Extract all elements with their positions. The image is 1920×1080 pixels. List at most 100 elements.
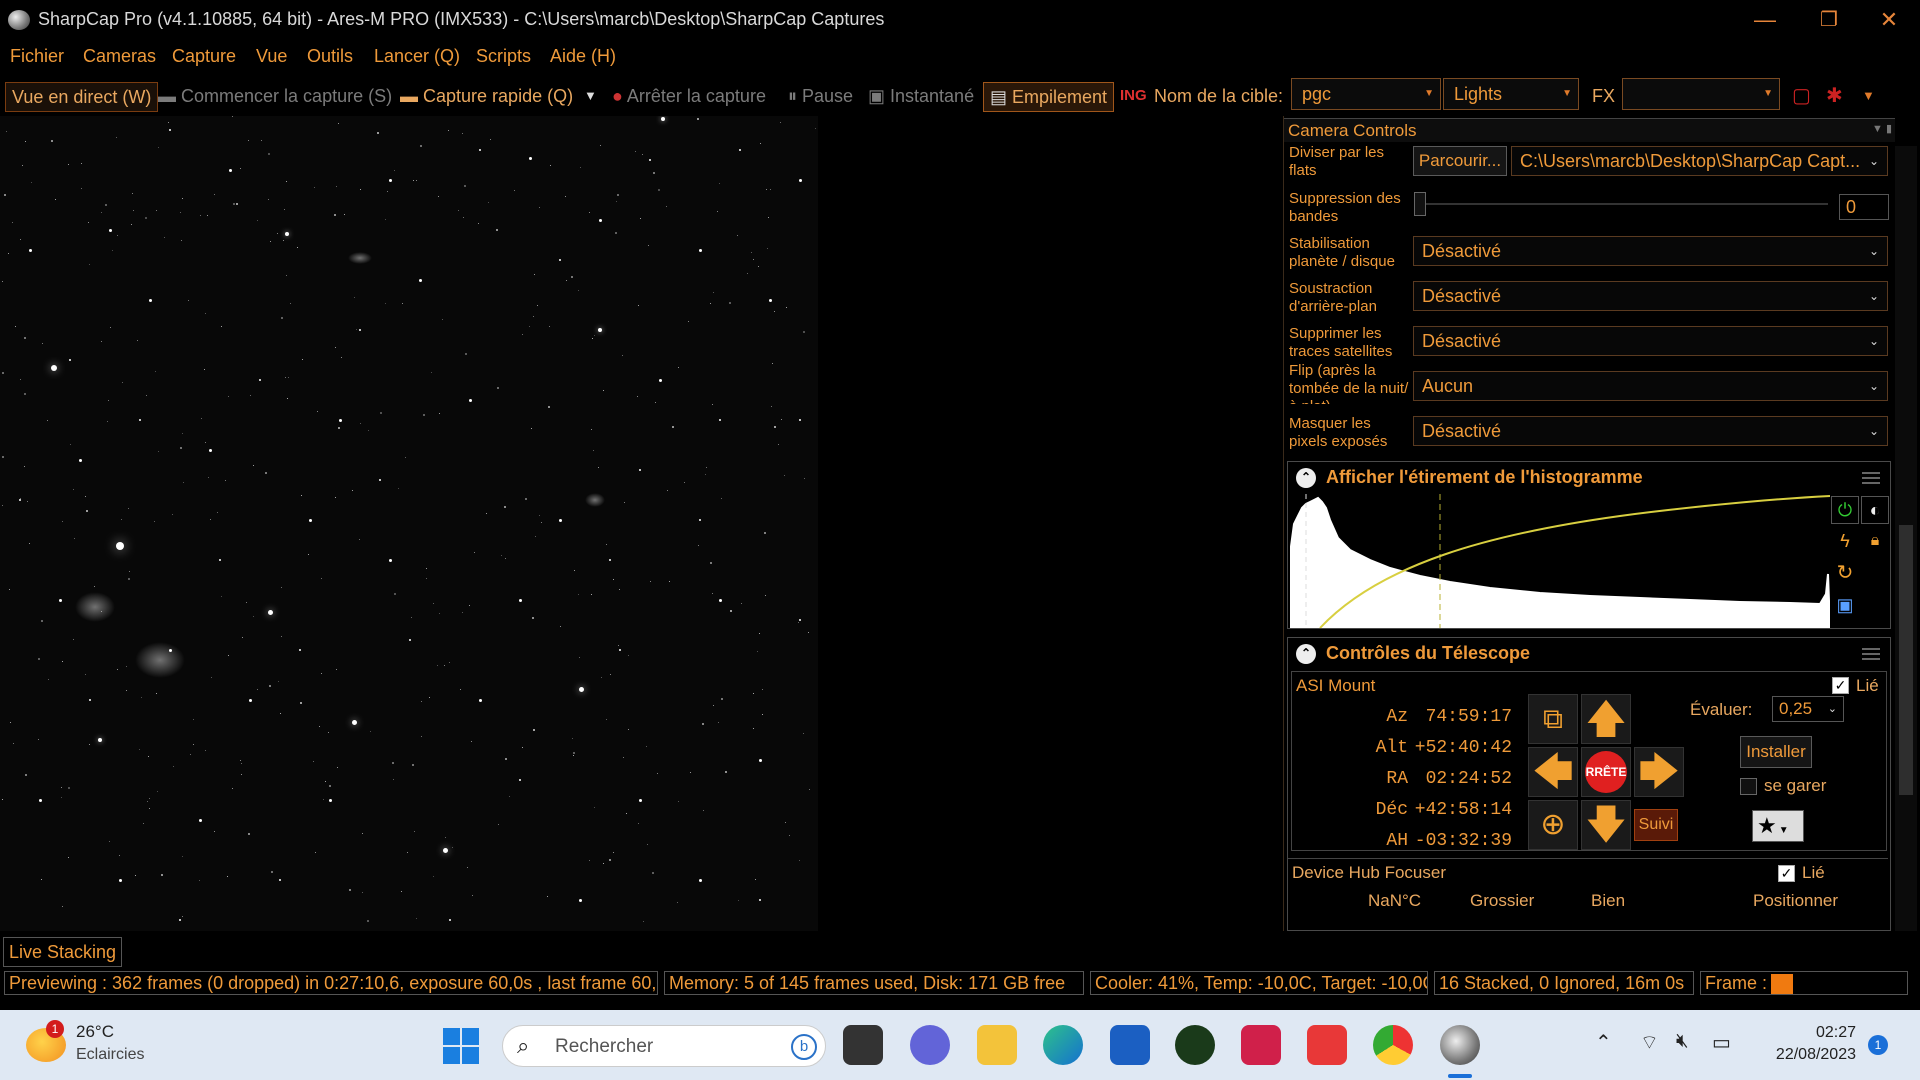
lock-icon[interactable]: 🔒︎: [1861, 528, 1889, 556]
file-explorer-icon[interactable]: [977, 1025, 1017, 1065]
sharpcap-taskbar-icon[interactable]: [1440, 1025, 1480, 1065]
move-east-button[interactable]: 🡆: [1634, 747, 1684, 797]
menu-aide[interactable]: Aide (H): [550, 46, 616, 67]
menu-icon[interactable]: [1862, 472, 1880, 484]
mount-linked-checkbox[interactable]: ✓: [1832, 677, 1849, 694]
quick-capture-button[interactable]: ▬ Capture rapide (Q): [400, 82, 573, 112]
menu-icon[interactable]: [1862, 648, 1880, 660]
satellite-trails-select[interactable]: Désactivé ⌄: [1413, 326, 1888, 356]
star: [248, 698, 252, 702]
menu-vue[interactable]: Vue: [256, 46, 287, 67]
star: [758, 758, 762, 762]
power-icon[interactable]: ⏻: [1831, 496, 1859, 524]
menu-cameras[interactable]: Cameras: [83, 46, 156, 67]
move-north-button[interactable]: 🡅: [1581, 694, 1631, 744]
task-view-icon[interactable]: [843, 1025, 883, 1065]
save-icon[interactable]: ▣: [1831, 592, 1859, 620]
move-west-button[interactable]: 🡄: [1528, 747, 1578, 797]
battery-icon[interactable]: ▭: [1712, 1030, 1731, 1055]
anydesk-icon[interactable]: [1307, 1025, 1347, 1065]
faint-star: [606, 719, 607, 721]
faint-star: [463, 185, 466, 188]
start-capture-button[interactable]: ▬ Commencer la capture (S): [158, 82, 392, 112]
banding-slider-track[interactable]: [1418, 203, 1828, 205]
move-south-button[interactable]: 🡇: [1581, 800, 1631, 850]
faint-star: [250, 395, 252, 397]
restore-icon[interactable]: ❐: [1806, 4, 1852, 36]
snapshot-button[interactable]: ▣ Instantané: [868, 82, 974, 112]
fx-select[interactable]: ▼: [1622, 78, 1780, 110]
star: [661, 117, 665, 121]
panel-scrollbar-thumb[interactable]: [1899, 525, 1913, 795]
star-icon[interactable]: ★ ▼: [1752, 810, 1804, 842]
frame-type-select[interactable]: Lights ▼: [1443, 78, 1579, 110]
focuser-linked-checkbox[interactable]: ✓: [1778, 865, 1795, 882]
record-icon[interactable]: ▢: [1792, 82, 1811, 112]
faint-star: [321, 578, 323, 580]
reset-icon[interactable]: ↻: [1831, 560, 1859, 588]
faint-star: [1, 372, 4, 375]
telescope-header[interactable]: ⌃ Contrôles du Télescope: [1288, 638, 1890, 668]
astro-app-icon[interactable]: [1241, 1025, 1281, 1065]
stabilisation-select[interactable]: Désactivé ⌄: [1413, 236, 1888, 266]
phd-guiding-icon[interactable]: [1175, 1025, 1215, 1065]
background-subtraction-select[interactable]: Désactivé ⌄: [1413, 281, 1888, 311]
search-placeholder: Rechercher: [555, 1036, 654, 1057]
more-tools-icon[interactable]: ▼: [1862, 82, 1875, 112]
menu-outils[interactable]: Outils: [307, 46, 353, 67]
search-box[interactable]: ⌕ Rechercher b: [502, 1025, 826, 1067]
chevron-up-icon[interactable]: ⌃: [1595, 1030, 1612, 1055]
notification-badge[interactable]: 1: [1868, 1035, 1888, 1055]
contrast-icon[interactable]: ◐: [1861, 496, 1889, 524]
star: [328, 798, 332, 802]
pause-button[interactable]: ⏸ Pause: [788, 82, 853, 112]
tracking-button[interactable]: Suivi: [1634, 809, 1678, 841]
auto-stretch-icon[interactable]: ϟ: [1831, 528, 1859, 556]
stacking-button[interactable]: ▤ Empilement: [983, 82, 1115, 112]
browse-button[interactable]: Parcourir...: [1413, 146, 1507, 176]
banding-slider-handle[interactable]: [1414, 192, 1426, 216]
quick-capture-dropdown-icon[interactable]: ▼: [584, 82, 597, 112]
menu-lancer[interactable]: Lancer (Q): [374, 46, 460, 67]
goto-icon[interactable]: ⧉: [1528, 694, 1578, 744]
collapse-icon[interactable]: ⌃: [1296, 644, 1316, 664]
histogram-chart[interactable]: [1290, 494, 1830, 628]
weather-badge: 1: [46, 1020, 64, 1038]
park-label: se garer: [1764, 776, 1827, 795]
image-preview[interactable]: [0, 116, 818, 931]
teams-icon[interactable]: [910, 1025, 950, 1065]
stop-button[interactable]: RRÊTE: [1581, 747, 1631, 797]
menu-fichier[interactable]: Fichier: [10, 46, 64, 67]
stop-capture-button[interactable]: ● Arrêter la capture: [612, 82, 766, 112]
faint-star: [419, 144, 422, 147]
edge-icon[interactable]: [1043, 1025, 1083, 1065]
histogram-header[interactable]: ⌃ Afficher l'étirement de l'histogramme: [1288, 462, 1890, 492]
menu-capture[interactable]: Capture: [172, 46, 236, 67]
collapse-icon[interactable]: ⌃: [1296, 468, 1316, 488]
chrome-icon[interactable]: [1373, 1025, 1413, 1065]
park-checkbox[interactable]: [1740, 778, 1757, 795]
live-stacking-tab[interactable]: Live Stacking: [3, 937, 123, 967]
close-icon[interactable]: ✕: [1866, 4, 1912, 36]
wifi-icon[interactable]: ⌔: [1640, 1030, 1659, 1055]
mask-pixels-select[interactable]: Désactivé ⌄: [1413, 416, 1888, 446]
volume-muted-icon[interactable]: 🔇︎: [1676, 1030, 1689, 1053]
faint-star: [761, 689, 763, 691]
panel-menu-icon[interactable]: ▼ ▮: [1872, 122, 1892, 135]
store-icon[interactable]: [1110, 1025, 1150, 1065]
faint-star: [240, 759, 242, 761]
banding-value[interactable]: 0: [1839, 194, 1889, 220]
faint-star: [285, 275, 287, 277]
rate-select[interactable]: 0,25 ⌄: [1772, 696, 1844, 722]
target-name-select[interactable]: pgc ▼: [1291, 78, 1441, 110]
install-button[interactable]: Installer: [1740, 736, 1812, 768]
flip-select[interactable]: Aucun ⌄: [1413, 371, 1888, 401]
menu-scripts[interactable]: Scripts: [476, 46, 531, 67]
target-crosshair-icon[interactable]: ⊕: [1528, 800, 1578, 850]
live-view-button[interactable]: Vue en direct (W): [5, 82, 159, 112]
galaxy: [135, 642, 185, 678]
minimize-icon[interactable]: —: [1742, 4, 1788, 36]
crosshair-icon[interactable]: ✱: [1826, 82, 1843, 112]
flats-path-select[interactable]: C:\Users\marcb\Desktop\SharpCap Capt... ⌄: [1511, 146, 1888, 176]
windows-start-icon[interactable]: [443, 1028, 479, 1064]
